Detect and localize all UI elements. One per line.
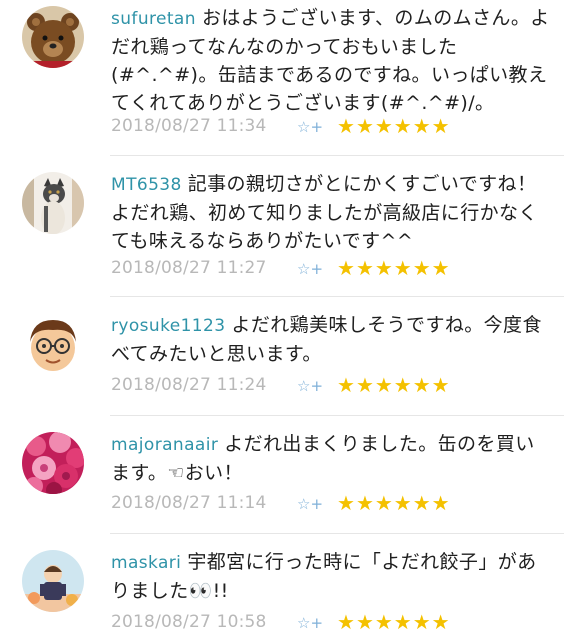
- username-link[interactable]: sufuretan: [111, 9, 196, 29]
- comment-meta: 2018/08/27 11:24 ☆+ ★★★★★★: [111, 373, 451, 397]
- comment-text: MT6538 記事の親切さがとにかくすごいですね！よだれ鶏、初めて知りましたが高級…: [111, 170, 551, 255]
- cat-avatar[interactable]: [22, 172, 84, 234]
- comment-item: maskari 宇都宮に行った時に「よだれ餃子」がありました👀!! 2018/08…: [0, 534, 564, 640]
- teddy-bear-avatar[interactable]: [22, 6, 84, 68]
- comment-item: majoranaair よだれ出まくりました。缶のを買います。☜おい！ 2018/…: [0, 416, 564, 534]
- comment-meta: 2018/08/27 11:27 ☆+ ★★★★★★: [111, 256, 451, 280]
- comment-item: sufuretan おはようございます、のムのムさん。よだれ鶏ってなんなのかってお…: [0, 0, 564, 152]
- comment-meta: 2018/08/27 11:34 ☆+ ★★★★★★: [111, 114, 451, 138]
- star-plus-icon[interactable]: ☆+: [297, 118, 323, 136]
- timestamp: 2018/08/27 11:34: [111, 116, 267, 136]
- comment-meta: 2018/08/27 11:14 ☆+ ★★★★★★: [111, 491, 451, 515]
- timestamp: 2018/08/27 10:58: [111, 612, 267, 632]
- illustration-avatar[interactable]: [22, 550, 84, 612]
- timestamp: 2018/08/27 11:27: [111, 258, 267, 278]
- comment-item: ryosuke1123 よだれ鶏美味しそうですね。今度食べてみたいと思います。 2…: [0, 297, 564, 415]
- star-rating[interactable]: ★★★★★★: [337, 256, 451, 280]
- username-link[interactable]: majoranaair: [111, 435, 218, 455]
- star-plus-icon[interactable]: ☆+: [297, 614, 323, 632]
- star-plus-icon[interactable]: ☆+: [297, 260, 323, 278]
- comment-meta: 2018/08/27 10:58 ☆+ ★★★★★★: [111, 610, 451, 634]
- roses-avatar[interactable]: [22, 432, 84, 494]
- comment-text: majoranaair よだれ出まくりました。缶のを買います。☜おい！: [111, 430, 551, 487]
- cartoon-face-avatar[interactable]: [22, 312, 84, 374]
- star-rating[interactable]: ★★★★★★: [337, 491, 451, 515]
- username-link[interactable]: ryosuke1123: [111, 316, 225, 336]
- username-link[interactable]: MT6538: [111, 175, 182, 195]
- star-plus-icon[interactable]: ☆+: [297, 377, 323, 395]
- timestamp: 2018/08/27 11:24: [111, 375, 267, 395]
- comment-text: ryosuke1123 よだれ鶏美味しそうですね。今度食べてみたいと思います。: [111, 311, 551, 368]
- comment-text: maskari 宇都宮に行った時に「よだれ餃子」がありました👀!!: [111, 548, 551, 605]
- username-link[interactable]: maskari: [111, 553, 181, 573]
- star-rating[interactable]: ★★★★★★: [337, 373, 451, 397]
- star-rating[interactable]: ★★★★★★: [337, 610, 451, 634]
- star-plus-icon[interactable]: ☆+: [297, 495, 323, 513]
- star-rating[interactable]: ★★★★★★: [337, 114, 451, 138]
- comment-item: MT6538 記事の親切さがとにかくすごいですね！よだれ鶏、初めて知りましたが高級…: [0, 156, 564, 296]
- comment-text: sufuretan おはようございます、のムのムさん。よだれ鶏ってなんなのかってお…: [111, 4, 551, 117]
- timestamp: 2018/08/27 11:14: [111, 493, 267, 513]
